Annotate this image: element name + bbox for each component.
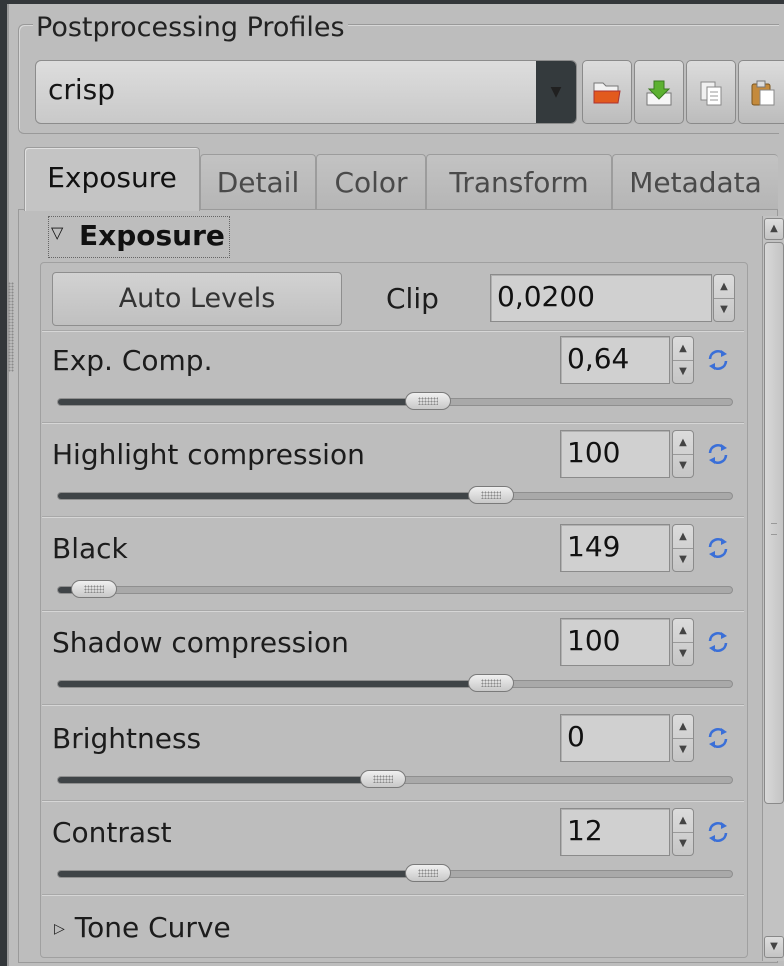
copy-profile-button[interactable] <box>686 60 736 124</box>
exp-comp-spin-buttons[interactable]: ▲ ▼ <box>672 336 694 384</box>
highlight-compression-slider-handle[interactable] <box>468 486 514 504</box>
panel-edge <box>7 4 9 966</box>
spin-down-icon[interactable]: ▼ <box>673 738 693 761</box>
black-slider-handle[interactable] <box>71 580 117 598</box>
resize-handle[interactable] <box>8 282 14 372</box>
exp-comp-label: Exp. Comp. <box>52 344 213 377</box>
spin-up-icon[interactable]: ▲ <box>673 525 693 549</box>
tab-metadata[interactable]: Metadata <box>612 154 778 210</box>
tone-curve-label: Tone Curve <box>74 911 231 944</box>
spin-up-icon[interactable]: ▲ <box>673 337 693 361</box>
shadow-compression-input[interactable]: 100 <box>560 618 670 666</box>
shadow-compression-slider-handle[interactable] <box>468 674 514 692</box>
clip-input[interactable]: 0,0200 <box>490 274 712 322</box>
expanded-triangle-icon: ▽ <box>51 223 64 242</box>
shadow-compression-reset-icon[interactable] <box>706 630 730 654</box>
divider <box>42 330 744 332</box>
paste-profile-button[interactable] <box>738 60 784 124</box>
highlight-compression-spin-buttons[interactable]: ▲ ▼ <box>672 430 694 478</box>
scrollbar-thumb[interactable] <box>764 242 784 804</box>
folder-open-icon <box>593 82 621 104</box>
black-reset-icon[interactable] <box>706 536 730 560</box>
shadow-compression-spin-buttons[interactable]: ▲ ▼ <box>672 618 694 666</box>
tab-color[interactable]: Color <box>316 154 426 210</box>
brightness-slider[interactable] <box>57 770 733 788</box>
profile-select[interactable]: crisp ▼ <box>35 60 577 124</box>
highlight-compression-reset-icon[interactable] <box>706 442 730 466</box>
black-spin-buttons[interactable]: ▲ ▼ <box>672 524 694 572</box>
spin-down-icon[interactable]: ▼ <box>673 548 693 571</box>
profile-select-value: crisp <box>48 73 116 106</box>
spin-up-icon[interactable]: ▲ <box>673 619 693 643</box>
brightness-slider-handle[interactable] <box>360 770 406 788</box>
divider <box>42 800 744 802</box>
exp-comp-slider-handle[interactable] <box>405 392 451 410</box>
black-slider[interactable] <box>57 580 733 598</box>
paste-icon <box>751 80 775 106</box>
copy-icon <box>700 81 722 106</box>
highlight-compression-slider[interactable] <box>57 486 733 504</box>
spin-down-icon[interactable]: ▼ <box>673 360 693 383</box>
spin-down-icon[interactable]: ▼ <box>673 832 693 855</box>
exp-comp-reset-icon[interactable] <box>706 348 730 372</box>
contrast-reset-icon[interactable] <box>706 820 730 844</box>
highlight-compression-input[interactable]: 100 <box>560 430 670 478</box>
contrast-slider-fill <box>58 871 428 877</box>
collapsed-triangle-icon: ▷ <box>54 921 65 937</box>
brightness-input[interactable]: 0 <box>560 714 670 762</box>
shadow-compression-slider[interactable] <box>57 674 733 692</box>
tab-exposure[interactable]: Exposure <box>24 147 200 211</box>
contrast-spin-buttons[interactable]: ▲ ▼ <box>672 808 694 856</box>
shadow-compression-label: Shadow compression <box>52 626 349 659</box>
divider <box>42 704 744 706</box>
highlight-compression-label: Highlight compression <box>52 438 365 471</box>
highlight-compression-slider-fill <box>58 493 491 499</box>
clip-spin-buttons[interactable]: ▲ ▼ <box>713 274 735 322</box>
tone-curve-section-header[interactable]: ▷ Tone Curve <box>54 911 231 944</box>
brightness-spin-buttons[interactable]: ▲ ▼ <box>672 714 694 762</box>
spin-down-icon[interactable]: ▼ <box>673 642 693 665</box>
spin-down-icon[interactable]: ▼ <box>714 298 734 321</box>
tab-transform[interactable]: Transform <box>426 154 612 210</box>
chevron-down-icon[interactable]: ▼ <box>536 61 576 123</box>
profiles-group-title: Postprocessing Profiles <box>33 12 348 43</box>
clip-label: Clip <box>386 282 439 315</box>
black-label: Black <box>52 532 128 565</box>
exp-comp-slider[interactable] <box>57 392 733 410</box>
black-input[interactable]: 149 <box>560 524 670 572</box>
scroll-down-button[interactable]: ▼ <box>764 936 784 958</box>
spin-up-icon[interactable]: ▲ <box>673 715 693 739</box>
download-icon <box>646 80 672 106</box>
exp-comp-slider-fill <box>58 399 428 405</box>
contrast-slider-handle[interactable] <box>405 864 451 882</box>
spin-down-icon[interactable]: ▼ <box>673 454 693 477</box>
shadow-compression-slider-fill <box>58 681 491 687</box>
divider <box>42 516 744 518</box>
tool-tabs: Exposure Detail Color Transform Metadata <box>18 144 778 211</box>
contrast-input[interactable]: 12 <box>560 808 670 856</box>
save-profile-button[interactable] <box>634 60 684 124</box>
exposure-section-header[interactable]: ▽ Exposure <box>48 216 230 258</box>
spin-up-icon[interactable]: ▲ <box>673 431 693 455</box>
auto-levels-button[interactable]: Auto Levels <box>52 272 342 326</box>
divider <box>42 422 744 424</box>
contrast-label: Contrast <box>52 816 172 849</box>
scroll-up-button[interactable]: ▲ <box>764 218 784 240</box>
divider <box>42 894 744 896</box>
brightness-label: Brightness <box>52 722 202 755</box>
contrast-slider[interactable] <box>57 864 733 882</box>
brightness-reset-icon[interactable] <box>706 726 730 750</box>
open-profile-button[interactable] <box>582 60 632 124</box>
brightness-slider-fill <box>58 777 383 783</box>
tab-detail[interactable]: Detail <box>200 154 316 210</box>
vertical-scrollbar[interactable]: ▲ ▼ <box>762 216 784 961</box>
exposure-section-title: Exposure <box>79 219 225 252</box>
exp-comp-input[interactable]: 0,64 <box>560 336 670 384</box>
spin-up-icon[interactable]: ▲ <box>673 809 693 833</box>
divider <box>42 610 744 612</box>
spin-up-icon[interactable]: ▲ <box>714 275 734 299</box>
